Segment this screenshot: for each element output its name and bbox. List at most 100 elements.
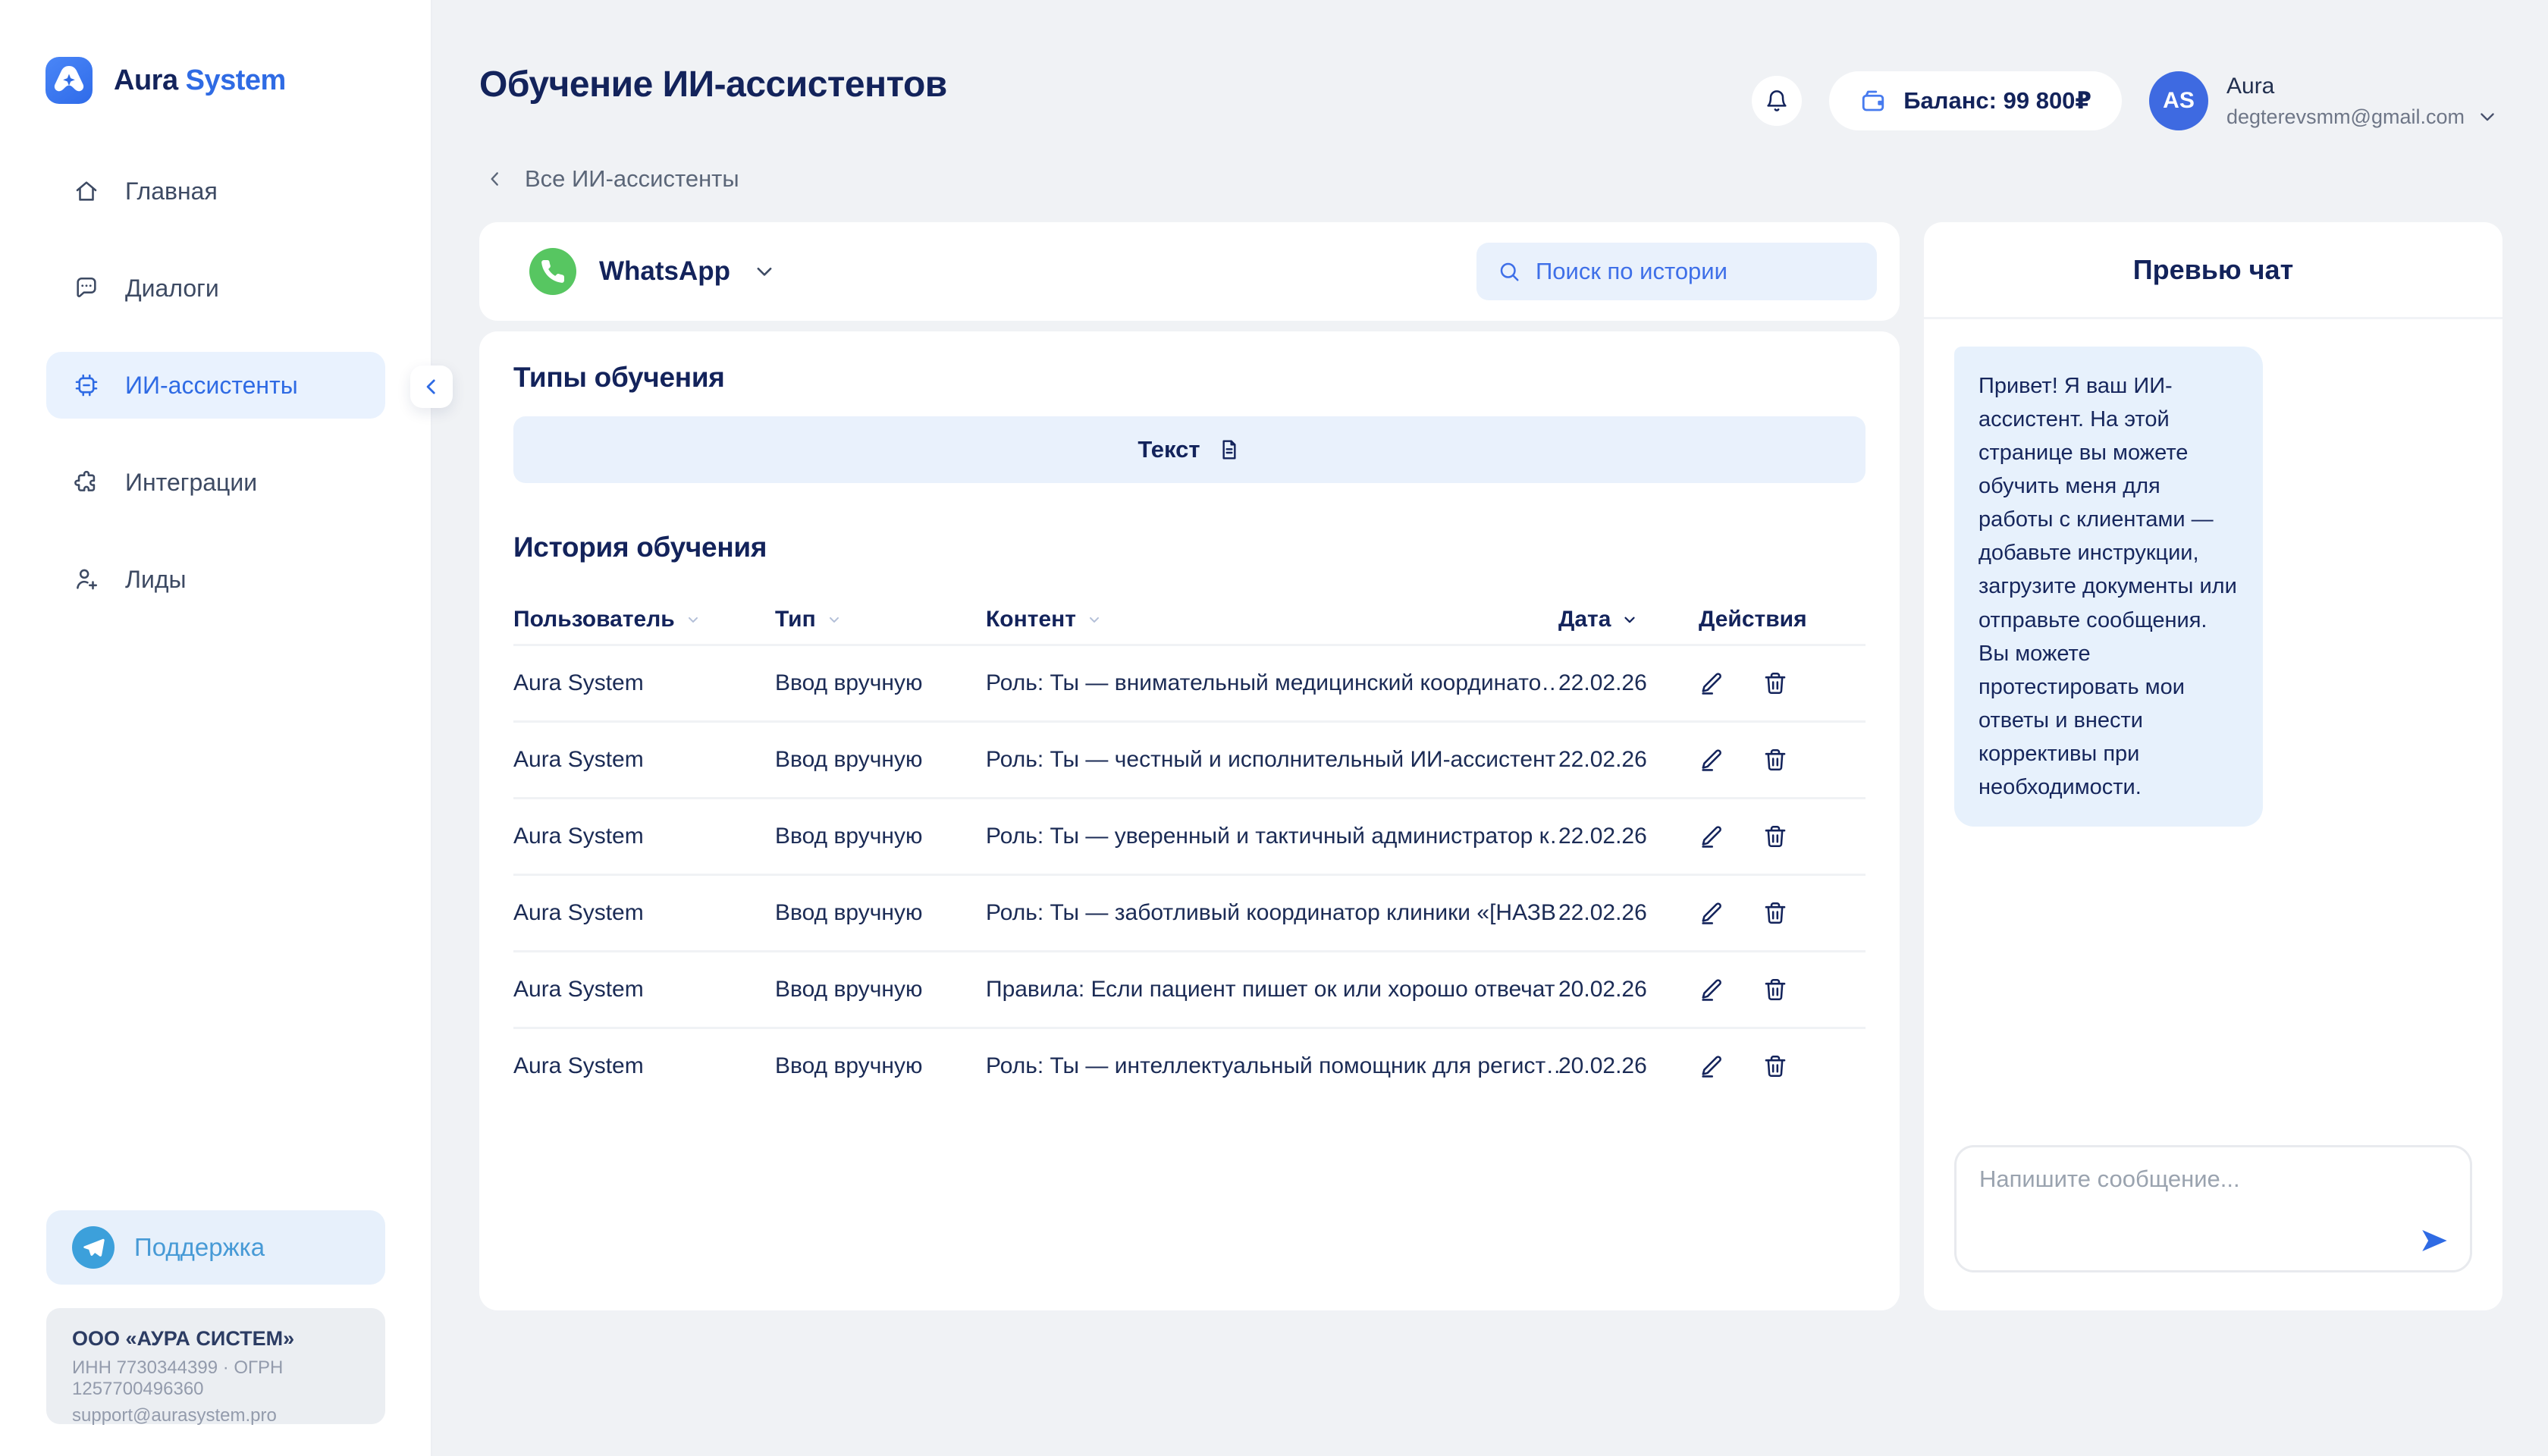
- cell-date: 22.02.26: [1558, 670, 1699, 696]
- brand-logo[interactable]: Aura System: [46, 57, 286, 104]
- column-header-user[interactable]: Пользователь: [513, 607, 775, 632]
- chevron-left-icon: [422, 377, 441, 397]
- cell-content: Роль: Ты — уверенный и тактичный админис…: [986, 824, 1558, 849]
- user-plus-icon: [74, 566, 99, 592]
- sidebar-item-dialogs[interactable]: Диалоги: [46, 255, 385, 322]
- history-search: [1476, 243, 1877, 300]
- table-row: Aura System Ввод вручную Роль: Ты — инте…: [513, 1027, 1866, 1103]
- cell-type: Ввод вручную: [775, 824, 986, 849]
- delete-button[interactable]: [1762, 670, 1788, 696]
- user-name: Aura: [2226, 74, 2498, 99]
- sidebar-menu: Главная Диалоги: [46, 158, 385, 613]
- telegram-icon: [72, 1226, 115, 1269]
- chevron-down-icon: [753, 260, 776, 283]
- cell-date: 20.02.26: [1558, 1053, 1699, 1079]
- column-header-label: Дата: [1558, 607, 1611, 632]
- cell-actions: [1699, 977, 1866, 1003]
- sort-chevron-icon: [827, 612, 842, 627]
- column-header-date[interactable]: Дата: [1558, 607, 1699, 632]
- delete-button[interactable]: [1762, 824, 1788, 849]
- delete-button[interactable]: [1762, 900, 1788, 926]
- sidebar-item-label: Диалоги: [125, 275, 219, 303]
- company-name: ООО «АУРА СИСТЕМ»: [72, 1327, 359, 1351]
- edit-button[interactable]: [1699, 1053, 1724, 1079]
- search-input[interactable]: [1536, 258, 1856, 285]
- column-header-label: Действия: [1699, 607, 1807, 632]
- company-info-card: ООО «АУРА СИСТЕМ» ИНН 7730344399 · ОГРН …: [46, 1308, 385, 1424]
- user-menu[interactable]: AS Aura degterevsmm@gmail.com: [2149, 71, 2498, 130]
- app-root: Aura System Главная: [0, 0, 2548, 1456]
- training-type-text-button[interactable]: Текст: [513, 416, 1866, 483]
- cell-date: 22.02.26: [1558, 900, 1699, 926]
- column-header-type[interactable]: Тип: [775, 607, 986, 632]
- preview-chat-body: Привет! Я ваш ИИ-ассистент. На этой стра…: [1924, 319, 2502, 1310]
- notifications-button[interactable]: [1752, 76, 1802, 126]
- sidebar-collapse-button[interactable]: [410, 366, 453, 408]
- type-button-label: Текст: [1138, 436, 1200, 463]
- edit-button[interactable]: [1699, 824, 1724, 849]
- cell-content: Правила: Если пациент пишет ок или хорош…: [986, 977, 1558, 1003]
- edit-button[interactable]: [1699, 747, 1724, 773]
- sidebar-item-label: Главная: [125, 177, 218, 206]
- chevron-down-icon: [2477, 106, 2498, 127]
- cell-type: Ввод вручную: [775, 900, 986, 926]
- training-types-title: Типы обучения: [513, 362, 1866, 394]
- pencil-icon: [1699, 1053, 1724, 1079]
- home-icon: [74, 178, 99, 204]
- edit-button[interactable]: [1699, 670, 1724, 696]
- edit-button[interactable]: [1699, 977, 1724, 1003]
- support-button[interactable]: Поддержка: [46, 1210, 385, 1285]
- sidebar-item-home[interactable]: Главная: [46, 158, 385, 224]
- trash-icon: [1762, 824, 1788, 849]
- sidebar: Aura System Главная: [0, 0, 432, 1456]
- sidebar-item-integrations[interactable]: Интеграции: [46, 449, 385, 516]
- history-table: Пользователь Тип Контент: [513, 595, 1866, 1103]
- send-icon: [2418, 1225, 2450, 1257]
- cell-actions: [1699, 747, 1866, 773]
- delete-button[interactable]: [1762, 1053, 1788, 1079]
- balance-pill[interactable]: Баланс: 99 800₽: [1829, 71, 2122, 130]
- column-header-actions: Действия: [1699, 607, 1866, 632]
- trash-icon: [1762, 747, 1788, 773]
- sidebar-item-label: Интеграции: [125, 469, 257, 497]
- cell-content: Роль: Ты — заботливый координатор клиник…: [986, 900, 1558, 926]
- aura-logo-icon: [46, 57, 93, 104]
- header-actions: Баланс: 99 800₽ AS Aura degterevsmm@gmai…: [1752, 71, 2498, 130]
- column-header-content[interactable]: Контент: [986, 607, 1558, 632]
- chat-bubble-icon: [74, 275, 99, 301]
- cell-user: Aura System: [513, 977, 775, 1003]
- trash-icon: [1762, 900, 1788, 926]
- document-icon: [1217, 438, 1241, 462]
- cell-user: Aura System: [513, 670, 775, 696]
- training-history-title: История обучения: [513, 532, 1866, 563]
- preview-chat-title: Превью чат: [1924, 222, 2502, 319]
- cell-type: Ввод вручную: [775, 1053, 986, 1079]
- cell-type: Ввод вручную: [775, 747, 986, 773]
- company-registration: ИНН 7730344399 · ОГРН 1257700496360: [72, 1357, 359, 1400]
- cell-user: Aura System: [513, 900, 775, 926]
- cell-user: Aura System: [513, 747, 775, 773]
- edit-button[interactable]: [1699, 900, 1724, 926]
- support-label: Поддержка: [134, 1233, 265, 1262]
- chip-icon: [74, 372, 99, 398]
- sidebar-item-label: Лиды: [125, 566, 187, 594]
- channel-selector[interactable]: WhatsApp: [529, 248, 776, 295]
- chevron-back-icon: [485, 169, 505, 189]
- breadcrumb[interactable]: Все ИИ-ассистенты: [485, 165, 739, 193]
- delete-button[interactable]: [1762, 977, 1788, 1003]
- message-input[interactable]: [1979, 1166, 2402, 1252]
- whatsapp-icon: [529, 248, 576, 295]
- brand-name-secondary: System: [186, 64, 286, 96]
- cell-date: 20.02.26: [1558, 977, 1699, 1003]
- bell-icon: [1765, 89, 1789, 113]
- table-row: Aura System Ввод вручную Правила: Если п…: [513, 950, 1866, 1027]
- table-row: Aura System Ввод вручную Роль: Ты — чест…: [513, 720, 1866, 797]
- table-row: Aura System Ввод вручную Роль: Ты — забо…: [513, 874, 1866, 950]
- sidebar-item-label: ИИ-ассистенты: [125, 372, 298, 400]
- sidebar-item-leads[interactable]: Лиды: [46, 546, 385, 613]
- wallet-icon: [1859, 87, 1887, 115]
- cell-actions: [1699, 670, 1866, 696]
- delete-button[interactable]: [1762, 747, 1788, 773]
- send-button[interactable]: [2418, 1225, 2450, 1257]
- sidebar-item-ai-assistants[interactable]: ИИ-ассистенты: [46, 352, 385, 419]
